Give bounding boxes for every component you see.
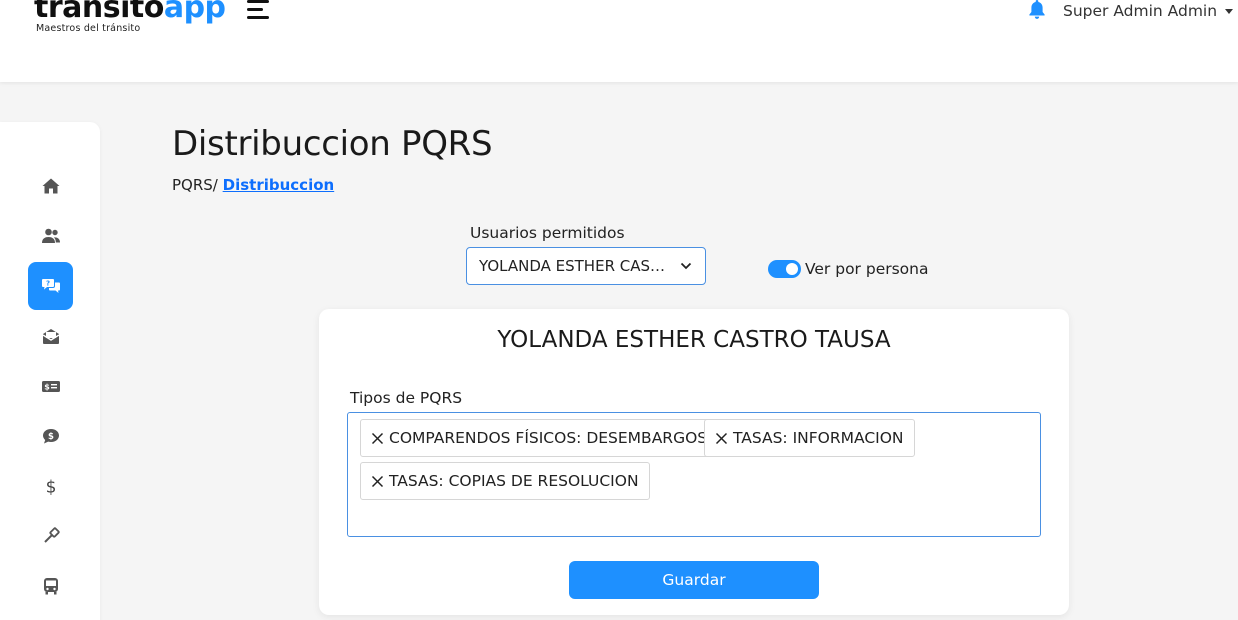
user-menu-dropdown[interactable]: Super Admin Admin (1063, 2, 1234, 20)
chevron-down-icon (680, 262, 692, 270)
sidebar-item-home[interactable] (28, 162, 73, 210)
chip-label: COMPARENDOS FÍSICOS: DESEMBARGOS (389, 429, 708, 447)
pqrs-type-chip: COMPARENDOS FÍSICOS: DESEMBARGOS (360, 419, 719, 457)
logo-word-transito: transito (34, 0, 164, 25)
breadcrumb-current-link[interactable]: Distribuccion (223, 176, 335, 194)
brand-logo[interactable]: transitoapp Maestros del tránsito (34, 0, 226, 34)
sidebar-item-users[interactable] (28, 212, 73, 260)
breadcrumb-root: PQRS/ (172, 176, 218, 194)
svg-text:?: ? (45, 279, 49, 287)
toggle-label: Ver por persona (805, 260, 929, 278)
bell-icon[interactable] (1028, 0, 1046, 20)
pqrs-chat-icon: ? (41, 279, 60, 293)
logo-word-app: app (163, 0, 226, 25)
dollar-icon: $ (45, 478, 56, 497)
sidebar-item-transport[interactable] (28, 562, 73, 610)
hamburger-menu-icon[interactable] (247, 0, 271, 20)
remove-chip-icon[interactable] (371, 475, 384, 488)
users-icon (41, 228, 60, 243)
users-select-label: Usuarios permitidos (470, 224, 625, 242)
sidebar-item-pqrs[interactable]: ? (28, 262, 73, 310)
chip-label: TASAS: INFORMACION (733, 429, 904, 447)
chip-label: TASAS: COPIAS DE RESOLUCION (389, 472, 639, 490)
types-label: Tipos de PQRS (350, 389, 463, 407)
users-select[interactable]: YOLANDA ESTHER CASTRO TAUSA (466, 247, 706, 285)
caret-down-icon (1225, 8, 1234, 14)
users-select-value: YOLANDA ESTHER CASTRO TAUSA (479, 257, 673, 275)
toggle-switch[interactable] (768, 260, 801, 278)
sidebar-item-finance[interactable]: $ (28, 462, 73, 510)
remove-chip-icon[interactable] (371, 432, 384, 445)
breadcrumb: PQRS/ Distribuccion (172, 176, 334, 194)
svg-text:$: $ (44, 383, 50, 392)
remove-chip-icon[interactable] (715, 432, 728, 445)
money-bill-icon: $ (41, 381, 60, 392)
sidebar-item-legal[interactable] (28, 512, 73, 560)
save-button[interactable]: Guardar (569, 561, 819, 599)
inbox-envelope-icon (42, 329, 59, 344)
sidebar-item-payments[interactable]: $ (28, 362, 73, 410)
dollar-bubble-icon: $ (42, 429, 59, 444)
person-name-title: YOLANDA ESTHER CASTRO TAUSA (497, 327, 891, 353)
top-navbar: transitoapp Maestros del tránsito Super … (0, 0, 1238, 82)
pqrs-types-multiselect[interactable]: COMPARENDOS FÍSICOS: DESEMBARGOS TASAS: … (347, 412, 1041, 537)
ver-por-persona-toggle[interactable]: Ver por persona (768, 260, 929, 278)
sidebar: ? $ $ $ (0, 122, 100, 620)
bus-icon (43, 578, 58, 595)
home-icon (42, 178, 59, 194)
user-name: Super Admin Admin (1063, 2, 1218, 20)
svg-text:$: $ (45, 478, 56, 497)
page-title: Distribuccion PQRS (172, 124, 493, 164)
gavel-icon (43, 527, 60, 543)
distribution-card: YOLANDA ESTHER CASTRO TAUSA Tipos de PQR… (319, 309, 1069, 615)
svg-text:$: $ (48, 432, 54, 442)
pqrs-type-chip: TASAS: COPIAS DE RESOLUCION (360, 462, 650, 500)
sidebar-item-fines[interactable]: $ (28, 412, 73, 460)
sidebar-item-inbox[interactable] (28, 312, 73, 360)
pqrs-type-chip: TASAS: INFORMACION (704, 419, 915, 457)
